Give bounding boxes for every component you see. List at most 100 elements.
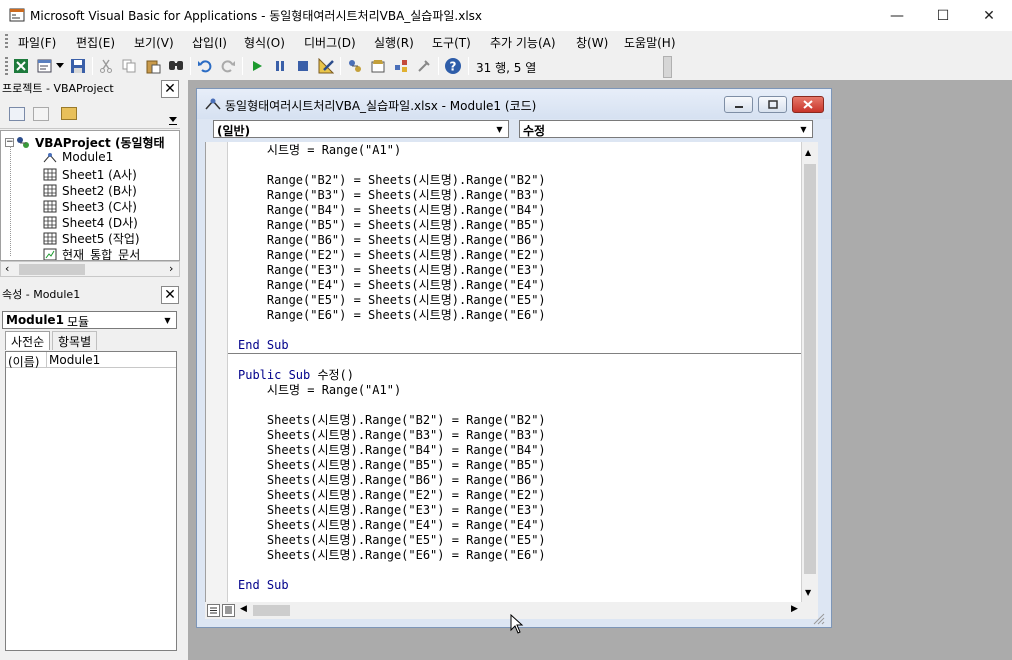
full-module-view-icon[interactable]: [222, 604, 235, 617]
code-line[interactable]: Range("E5") = Sheets(시트명).Range("E5"): [238, 293, 546, 308]
scroll-thumb[interactable]: [804, 164, 816, 574]
code-line[interactable]: Sheets(시트명).Range("B3") = Range("B3"): [238, 428, 546, 443]
menu-tools[interactable]: 도구(T): [432, 34, 471, 51]
code-line[interactable]: Range("B6") = Sheets(시트명).Range("B6"): [238, 233, 546, 248]
menubar-grip[interactable]: [5, 34, 8, 50]
tree-item-thisworkbook[interactable]: 현재_통합_문서: [43, 246, 140, 260]
code-window-minimize-button[interactable]: [724, 96, 753, 113]
toolbar-grip[interactable]: [5, 57, 8, 75]
scroll-down-arrow[interactable]: ▼: [805, 588, 811, 597]
properties-object-combo[interactable]: Module1 모듈 ▼: [2, 311, 177, 329]
tree-root[interactable]: − VBAProject (동일형태: [5, 134, 165, 151]
scroll-down-arrow[interactable]: [168, 105, 180, 127]
tab-alphabetic[interactable]: 사전순: [5, 331, 51, 350]
code-line[interactable]: Sheets(시트명).Range("E4") = Range("E4"): [238, 518, 546, 533]
code-line[interactable]: Sheets(시트명).Range("E6") = Range("E6"): [238, 548, 546, 563]
maximize-button[interactable]: ☐: [920, 0, 966, 31]
code-line[interactable]: 시트명 = Range("A1"): [238, 143, 401, 158]
run-icon[interactable]: [247, 56, 267, 76]
scroll-right-arrow[interactable]: ▶: [791, 604, 798, 614]
size-grip[interactable]: [811, 611, 829, 627]
break-icon[interactable]: [270, 56, 290, 76]
copy-icon[interactable]: [119, 56, 139, 76]
code-window-close-button[interactable]: [792, 96, 824, 113]
toolbox-icon[interactable]: [414, 56, 434, 76]
close-button[interactable]: ✕: [966, 0, 1012, 31]
cut-icon[interactable]: [96, 56, 116, 76]
margin-indicator-bar[interactable]: [206, 142, 228, 602]
scroll-thumb[interactable]: [253, 605, 290, 616]
menu-file[interactable]: 파일(F): [18, 34, 56, 51]
undo-icon[interactable]: [195, 56, 215, 76]
save-icon[interactable]: [68, 56, 88, 76]
tree-item-sheet2[interactable]: Sheet2 (B사): [43, 182, 137, 199]
code-line[interactable]: Range("E6") = Sheets(시트명).Range("E6"): [238, 308, 546, 323]
menu-debug[interactable]: 디버그(D): [304, 34, 356, 51]
project-tree-hscrollbar[interactable]: ‹ ›: [0, 261, 180, 277]
tree-item-sheet5[interactable]: Sheet5 (작업): [43, 230, 140, 247]
code-line[interactable]: Range("E2") = Sheets(시트명).Range("E2"): [238, 248, 546, 263]
code-line[interactable]: End Sub: [238, 578, 289, 593]
menu-format[interactable]: 형식(O): [244, 34, 285, 51]
help-icon[interactable]: ?: [443, 56, 463, 76]
code-line[interactable]: Sheets(시트명).Range("B6") = Range("B6"): [238, 473, 546, 488]
code-line[interactable]: Range("B3") = Sheets(시트명).Range("B3"): [238, 188, 546, 203]
tree-item-sheet3[interactable]: Sheet3 (C사): [43, 198, 137, 215]
scroll-thumb[interactable]: [19, 264, 85, 275]
code-line[interactable]: Public Sub 수정(): [238, 368, 354, 383]
menu-addins[interactable]: 추가 기능(A): [490, 34, 556, 51]
paste-icon[interactable]: [143, 56, 163, 76]
code-line[interactable]: Range("E3") = Sheets(시트명).Range("E3"): [238, 263, 546, 278]
code-line[interactable]: Sheets(시트명).Range("E2") = Range("E2"): [238, 488, 546, 503]
design-mode-icon[interactable]: [316, 56, 336, 76]
tab-categorized[interactable]: 항목별: [52, 331, 98, 350]
code-line[interactable]: Range("E4") = Sheets(시트명).Range("E4"): [238, 278, 546, 293]
scroll-right-arrow[interactable]: ›: [169, 262, 173, 275]
menu-window[interactable]: 창(W): [576, 34, 608, 51]
code-line[interactable]: Range("B4") = Sheets(시트명).Range("B4"): [238, 203, 546, 218]
menu-view[interactable]: 보기(V): [134, 34, 174, 51]
code-line[interactable]: End Sub: [238, 338, 289, 353]
menu-edit[interactable]: 편집(E): [76, 34, 115, 51]
toggle-folders-icon[interactable]: [61, 107, 77, 120]
tree-item-module1[interactable]: Module1: [43, 150, 113, 164]
code-line[interactable]: Sheets(시트명).Range("B2") = Range("B2"): [238, 413, 546, 428]
insert-module-icon[interactable]: [35, 56, 55, 76]
minimize-button[interactable]: —: [874, 0, 920, 31]
menu-run[interactable]: 실행(R): [374, 34, 414, 51]
properties-pane-close-button[interactable]: ✕: [161, 286, 179, 304]
find-icon[interactable]: [166, 56, 186, 76]
code-line[interactable]: Range("B2") = Sheets(시트명).Range("B2"): [238, 173, 546, 188]
toolbar-options-button[interactable]: [663, 56, 672, 78]
excel-icon[interactable]: [11, 56, 31, 76]
scroll-left-arrow[interactable]: ◀: [240, 604, 247, 614]
code-line[interactable]: Sheets(시트명).Range("E3") = Range("E3"): [238, 503, 546, 518]
chevron-down-icon[interactable]: [54, 56, 66, 76]
object-browser-icon[interactable]: [391, 56, 411, 76]
code-line[interactable]: Range("B5") = Sheets(시트명).Range("B5"): [238, 218, 546, 233]
object-combo[interactable]: (일반) ▼: [213, 120, 509, 138]
code-line[interactable]: 시트명 = Range("A1"): [238, 383, 401, 398]
redo-icon[interactable]: [218, 56, 238, 76]
chevron-down-icon[interactable]: ▼: [492, 122, 507, 136]
code-editor[interactable]: 시트명 = Range("A1") Range("B2") = Sheets(시…: [205, 142, 801, 602]
view-code-icon[interactable]: [9, 107, 25, 121]
scroll-up-arrow[interactable]: ▲: [805, 148, 811, 157]
view-object-icon[interactable]: [33, 107, 49, 121]
menu-insert[interactable]: 삽입(I): [192, 34, 227, 51]
property-row[interactable]: (이름) Module1: [6, 352, 176, 369]
code-line[interactable]: Sheets(시트명).Range("B5") = Range("B5"): [238, 458, 546, 473]
code-line[interactable]: Sheets(시트명).Range("E5") = Range("E5"): [238, 533, 546, 548]
tree-item-sheet4[interactable]: Sheet4 (D사): [43, 214, 138, 231]
code-line[interactable]: Sheets(시트명).Range("B4") = Range("B4"): [238, 443, 546, 458]
project-pane-close-button[interactable]: ✕: [161, 80, 179, 98]
menu-help[interactable]: 도움말(H): [624, 34, 676, 51]
code-window-titlebar[interactable]: 동일형태여러시트처리VBA_실습파일.xlsx - Module1 (코드): [197, 89, 831, 119]
scroll-left-arrow[interactable]: ‹: [5, 262, 9, 275]
project-explorer-icon[interactable]: [345, 56, 365, 76]
chevron-down-icon[interactable]: ▼: [796, 122, 811, 136]
procedure-view-icon[interactable]: [207, 604, 220, 617]
code-window-restore-button[interactable]: [758, 96, 787, 113]
properties-icon[interactable]: [368, 56, 388, 76]
reset-icon[interactable]: [293, 56, 313, 76]
